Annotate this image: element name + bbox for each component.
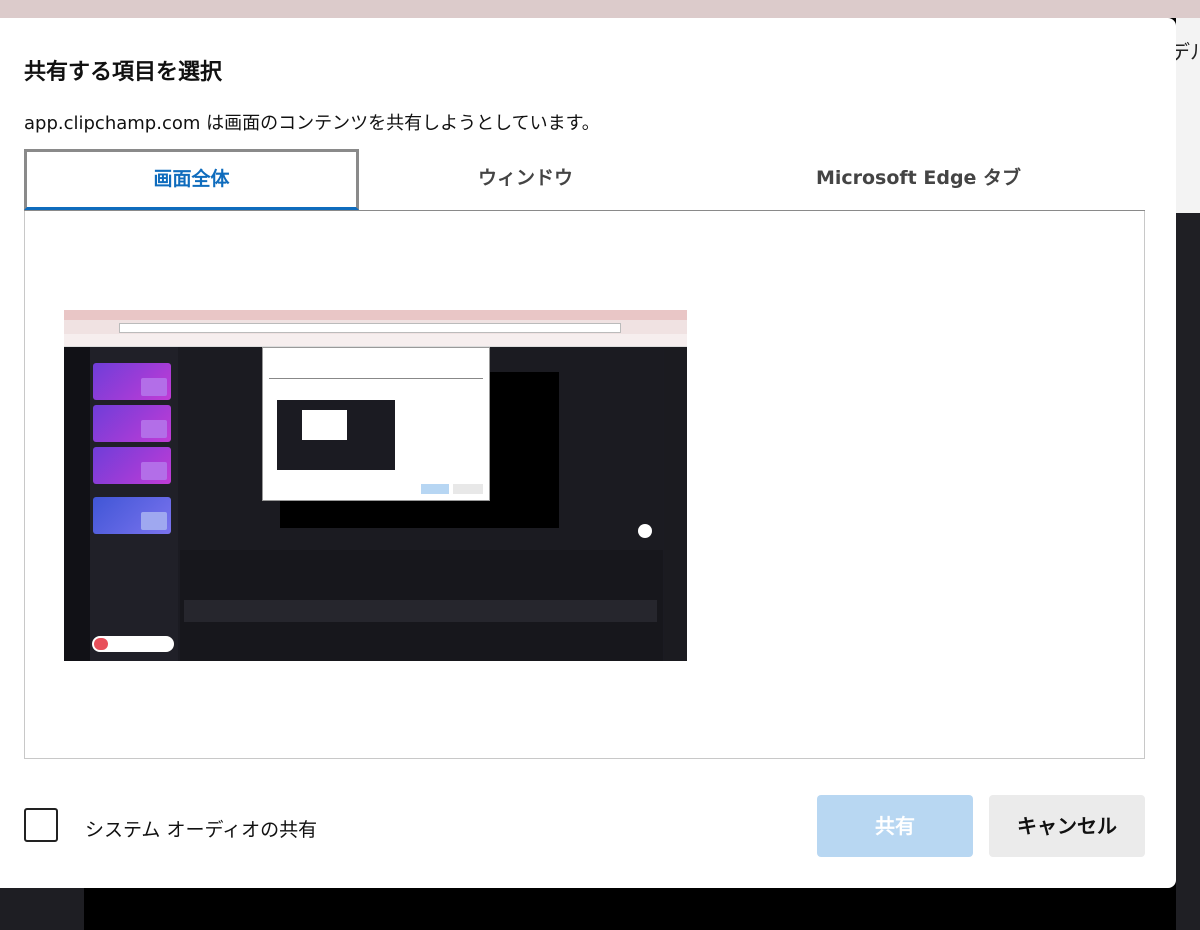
background-left-sidebar	[0, 888, 84, 930]
system-audio-label: システム オーディオの共有	[85, 819, 318, 841]
dialog-title: 共有する項目を選択	[24, 60, 223, 85]
cancel-button[interactable]: キャンセル	[989, 795, 1145, 857]
screen-thumbnail[interactable]	[64, 310, 687, 661]
thumbnail-browser-tabs	[64, 310, 687, 320]
tab-edge-tab[interactable]: Microsoft Edge タブ	[692, 149, 1145, 208]
thumbnail-nested-dialog	[262, 347, 490, 501]
thumbnail-help-icon	[638, 524, 652, 538]
thumbnail-template-card	[93, 497, 171, 534]
tab-entire-screen[interactable]: 画面全体	[24, 149, 359, 210]
dialog-subtitle: app.clipchamp.com は画面のコンテンツを共有しようとしています。	[24, 113, 600, 134]
thumbnail-bookmarks-bar	[64, 334, 687, 347]
share-button[interactable]: 共有	[817, 795, 973, 857]
system-audio-checkbox[interactable]	[24, 808, 58, 842]
source-tabs: 画面全体 ウィンドウ Microsoft Edge タブ	[24, 149, 1145, 212]
thumbnail-url-box	[119, 323, 621, 333]
thumbnail-timeline-track	[184, 600, 657, 622]
thumbnail-template-card	[93, 405, 171, 442]
thumbnail-avatar-dot	[94, 638, 108, 650]
tab-window[interactable]: ウィンドウ	[359, 149, 692, 208]
background-browser-bar	[0, 0, 1200, 18]
background-right-dark-area	[1176, 213, 1200, 930]
thumbnail-template-card	[93, 363, 171, 400]
thumbnail-template-card	[93, 447, 171, 484]
thumbnail-right-nav	[664, 347, 687, 661]
thumbnail-left-nav	[64, 347, 90, 661]
